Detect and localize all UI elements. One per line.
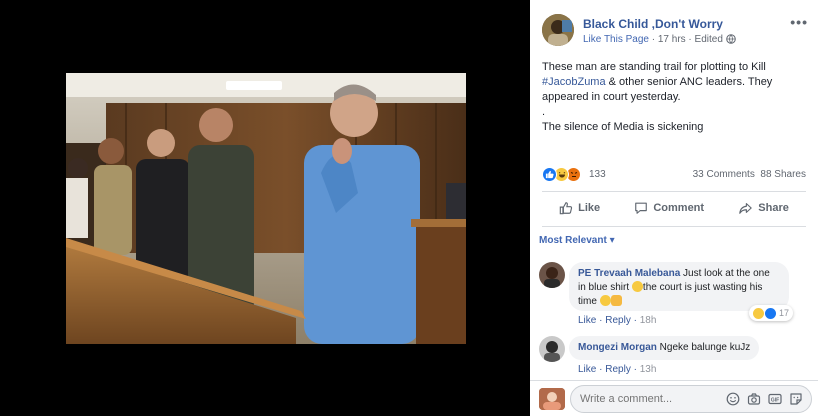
like-button[interactable]: Like	[559, 196, 600, 220]
divider	[542, 191, 806, 192]
divider	[542, 226, 806, 227]
globe-icon	[725, 34, 736, 47]
comment-bubble: Mongezi Morgan Ngeke balunge kuJz	[569, 336, 760, 360]
share-button[interactable]: Share	[738, 196, 789, 220]
post-side-panel: Black Child ,Don't Worry Like This Page …	[530, 0, 818, 416]
comment-box[interactable]: GIF	[570, 385, 812, 413]
commenter-avatar[interactable]	[539, 336, 565, 362]
comment-author[interactable]: Mongezi Morgan	[578, 342, 657, 353]
comment-button[interactable]: Comment	[634, 196, 704, 220]
post-text: These man are standing trail for plottin…	[542, 60, 804, 135]
like-page-link[interactable]: Like This Page	[583, 34, 649, 45]
comment-reply-link[interactable]: Reply	[605, 315, 631, 326]
comment-bubble: PE Trevaah Malebana Just look at the one…	[569, 262, 789, 311]
comment-sort-dropdown[interactable]: Most Relevant ▾	[539, 235, 615, 246]
comment-composer: GIF	[530, 380, 818, 416]
comment-reactions[interactable]: 17	[749, 305, 794, 321]
laughing-emoji-icon	[599, 295, 611, 306]
facebook-photo-viewer: Black Child ,Don't Worry Like This Page …	[0, 0, 818, 416]
current-user-avatar	[539, 388, 565, 410]
hashtag-link[interactable]: #JacobZuma	[542, 76, 606, 88]
comment-like-link[interactable]: Like	[578, 315, 596, 326]
comment-like-link[interactable]: Like	[578, 364, 596, 375]
comment-reaction-count: 17	[779, 308, 790, 318]
comment-text: Ngeke balunge kuJz	[656, 342, 751, 353]
speech-bubble-icon	[635, 202, 648, 214]
sticker-icon[interactable]	[789, 392, 803, 406]
post-actions: Like Comment Share	[542, 196, 806, 220]
like-reaction-icon	[765, 307, 776, 319]
page-avatar[interactable]	[542, 14, 574, 46]
camera-icon[interactable]	[747, 392, 761, 406]
gif-icon[interactable]: GIF	[768, 392, 782, 406]
courtroom-photo	[66, 73, 466, 344]
post-meta: Like This Page · 17 hrs · Edited	[583, 34, 736, 47]
commenter-avatar[interactable]	[539, 262, 565, 288]
edited-label[interactable]: Edited	[695, 34, 723, 45]
post-photo[interactable]	[66, 73, 466, 344]
haha-reaction-icon	[753, 307, 764, 319]
post-text-part: These man are standing trail for plottin…	[542, 61, 766, 73]
sort-label: Most Relevant	[539, 235, 607, 246]
comment-input[interactable]	[580, 393, 720, 405]
emoji-icon[interactable]	[726, 392, 740, 406]
meta-separator: ·	[648, 34, 658, 45]
post-stats: 33 Comments 88 Shares	[693, 169, 806, 180]
post-text-dot: .	[542, 106, 546, 118]
post-text-line: The silence of Media is sickening	[542, 121, 704, 133]
svg-text:GIF: GIF	[771, 398, 779, 404]
like-reaction-icon	[542, 167, 557, 182]
page-name-link[interactable]: Black Child ,Don't Worry	[583, 17, 723, 31]
comment-reply-link[interactable]: Reply	[605, 364, 631, 375]
comment-author[interactable]: PE Trevaah Malebana	[578, 268, 680, 279]
thumbs-up-icon	[559, 202, 573, 215]
post-header: Black Child ,Don't Worry Like This Page …	[542, 14, 808, 48]
composer-tools: GIF	[726, 392, 803, 406]
meta-separator: ·	[685, 34, 695, 45]
photo-backdrop	[0, 0, 530, 416]
reaction-count[interactable]: 133	[589, 169, 606, 180]
more-options-icon[interactable]: •••	[790, 14, 808, 30]
comment-actions: Like · Reply · 13h	[578, 364, 657, 375]
share-label: Share	[758, 202, 789, 214]
reactions-summary: 133 33 Comments 88 Shares	[542, 166, 806, 184]
comments-count[interactable]: 33 Comments	[693, 169, 755, 180]
post-time[interactable]: 17 hrs	[658, 34, 686, 45]
comment-time[interactable]: 13h	[640, 364, 657, 375]
share-arrow-icon	[739, 203, 753, 214]
laughing-emoji-icon	[631, 281, 643, 292]
chevron-down-icon: ▾	[609, 235, 615, 246]
waving-hand-icon	[610, 295, 622, 306]
like-label: Like	[578, 202, 601, 214]
comment-actions: Like · Reply · 18h	[578, 315, 657, 326]
comment-time[interactable]: 18h	[640, 315, 657, 326]
shares-count[interactable]: 88 Shares	[760, 169, 806, 180]
comment-label: Comment	[653, 202, 705, 214]
